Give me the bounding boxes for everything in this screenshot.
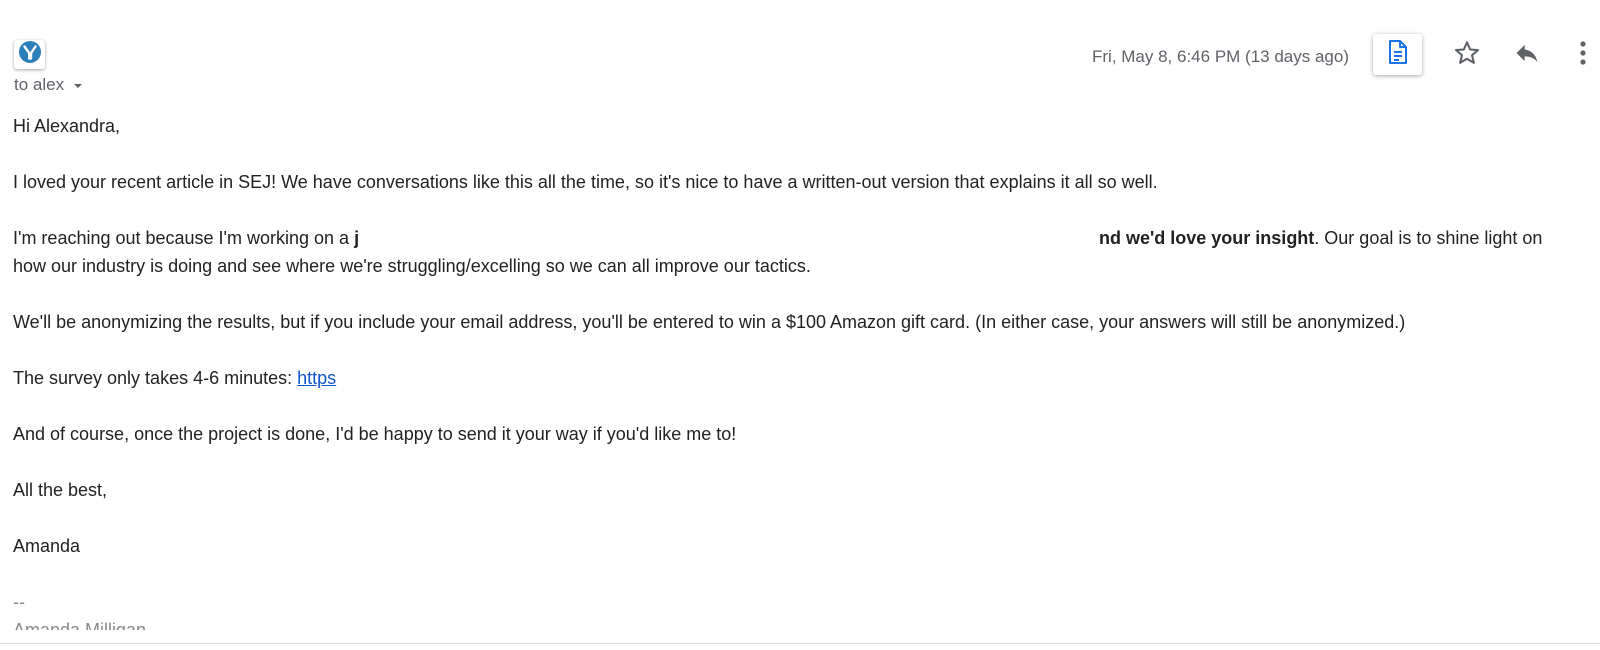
closing-line: All the best, bbox=[13, 480, 108, 500]
request-text-end: nd we'd love your insight. Our goal is t… bbox=[1099, 224, 1542, 252]
signature-name: Amanda Milligan bbox=[13, 620, 147, 630]
paragraph-anonymity: We'll be anonymizing the results, but if… bbox=[13, 312, 1406, 332]
signature-separator: -- bbox=[13, 592, 25, 612]
survey-text: The survey only takes 4-6 minutes: bbox=[13, 368, 298, 388]
sender-name: Amanda bbox=[13, 536, 81, 556]
request-lead-text: I'm reaching out because I'm working on … bbox=[13, 228, 355, 248]
paragraph-request: I'm reaching out because I'm working on … bbox=[13, 224, 1573, 280]
recipient-label: to alex bbox=[14, 75, 65, 93]
request-trail-text: . Our goal is to shine light on bbox=[1314, 228, 1543, 248]
request-text-start: I'm reaching out because I'm working on … bbox=[13, 224, 359, 252]
message-body: Hi Alexandra, I loved your recent articl… bbox=[13, 112, 1573, 630]
paragraph-survey: The survey only takes 4-6 minutes: https bbox=[13, 364, 1573, 392]
yoast-logo-icon bbox=[18, 40, 42, 69]
reply-icon bbox=[1513, 39, 1541, 72]
paragraph-follow-up: And of course, once the project is done,… bbox=[13, 424, 737, 444]
document-button[interactable] bbox=[1373, 34, 1422, 75]
sender-avatar[interactable] bbox=[14, 40, 45, 69]
request-bold-fragment-start: j bbox=[354, 228, 360, 248]
more-vertical-icon bbox=[1579, 40, 1587, 71]
paragraph-request-line-1: I'm reaching out because I'm working on … bbox=[13, 224, 1573, 252]
more-options-button[interactable] bbox=[1570, 38, 1596, 72]
paragraph-article-praise: I loved your recent article in SEJ! We h… bbox=[13, 172, 1158, 192]
recipient-details-toggle[interactable]: to alex bbox=[14, 73, 83, 93]
caret-down-icon bbox=[74, 84, 83, 88]
star-button[interactable] bbox=[1450, 38, 1484, 72]
reply-button[interactable] bbox=[1510, 38, 1544, 72]
message-timestamp: Fri, May 8, 6:46 PM (13 days ago) bbox=[1092, 47, 1349, 66]
star-icon bbox=[1453, 39, 1481, 72]
bottom-divider bbox=[0, 643, 1600, 644]
greeting-line: Hi Alexandra, bbox=[13, 116, 121, 136]
document-icon bbox=[1387, 39, 1409, 70]
request-bold-fragment-end: nd we'd love your insight bbox=[1099, 228, 1315, 248]
survey-link[interactable]: https bbox=[297, 368, 336, 388]
paragraph-request-line-2: how our industry is doing and see where … bbox=[13, 256, 811, 276]
